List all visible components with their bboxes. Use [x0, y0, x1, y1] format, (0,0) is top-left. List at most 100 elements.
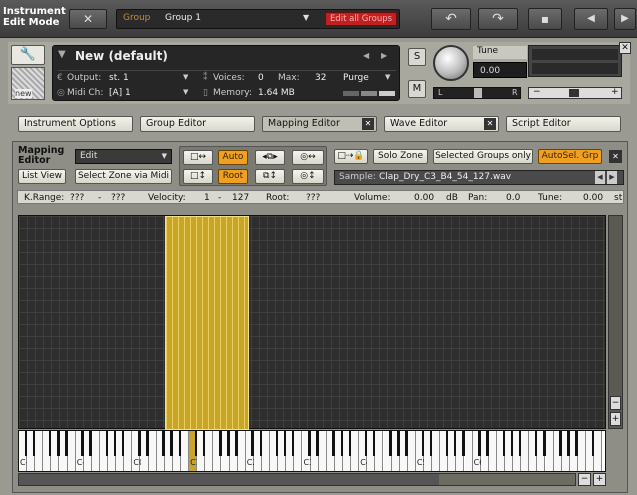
output-value[interactable]: st. 1 — [109, 73, 129, 83]
velocity-high[interactable]: 127 — [232, 192, 249, 204]
close-icon[interactable]: ✕ — [484, 118, 496, 130]
h-zoom-plus-icon[interactable]: + — [593, 473, 606, 486]
fill-horizontal-button[interactable]: ◂⧉▸ — [255, 150, 285, 165]
white-key[interactable] — [124, 431, 133, 471]
white-key[interactable] — [181, 431, 189, 471]
collapse-icon[interactable]: ▼ — [58, 49, 66, 60]
next-sample-icon[interactable]: ▶ — [607, 171, 617, 184]
tab-instrument-options[interactable]: Instrument Options — [18, 116, 133, 132]
close-instrument-icon[interactable]: ✕ — [619, 42, 631, 54]
velocity-low[interactable]: 1 — [204, 192, 210, 204]
instrument-icon[interactable]: new — [11, 67, 45, 100]
pan-handle[interactable] — [474, 88, 482, 98]
white-key[interactable] — [148, 431, 157, 471]
white-key[interactable] — [351, 431, 360, 471]
solo-button[interactable]: S — [408, 48, 426, 66]
volume-value[interactable]: 0.00 — [414, 192, 434, 204]
select-zone-via-midi-button[interactable]: Select Zone via Midi — [75, 169, 172, 184]
root-value[interactable]: ??? — [306, 192, 320, 204]
white-key[interactable] — [294, 431, 303, 471]
white-key[interactable] — [432, 431, 441, 471]
selected-groups-only-button[interactable]: Selected Groups only — [433, 149, 533, 164]
redo-button[interactable]: ↷ — [478, 8, 518, 30]
tab-mapping-editor[interactable]: Mapping Editor ✕ — [262, 116, 377, 132]
scrollbar-thumb[interactable] — [19, 474, 439, 485]
white-key[interactable] — [262, 431, 270, 471]
auto-button[interactable]: Auto — [218, 150, 248, 165]
mapping-editor-title: Mapping Editor — [18, 145, 65, 166]
velocity-vertical-button[interactable]: ◎↕ — [292, 169, 324, 184]
horizontal-scrollbar[interactable] — [18, 473, 576, 486]
purge-menu[interactable]: Purge — [343, 73, 369, 83]
volume-label: Volume: — [354, 193, 391, 203]
vertical-scrollbar[interactable]: − + — [608, 215, 623, 429]
tune-value[interactable]: 0.00 — [473, 62, 527, 78]
midi-channel-value[interactable]: [A] 1 — [109, 88, 131, 98]
pan-slider[interactable]: L R — [433, 87, 521, 99]
zone-lock-button[interactable]: □⇢🔒 — [334, 149, 368, 164]
volume-slider[interactable]: − + — [528, 87, 622, 99]
group-selector[interactable]: Group Group 1 ▼ Edit all Groups — [116, 9, 400, 29]
next-instrument-icon[interactable]: ▶ — [381, 51, 387, 60]
white-key[interactable] — [594, 431, 603, 471]
white-key[interactable] — [488, 431, 497, 471]
tab-group-editor[interactable]: Group Editor — [140, 116, 255, 132]
close-icon[interactable]: ✕ — [362, 118, 374, 130]
velocity-horizontal-button[interactable]: ◎↔ — [292, 150, 324, 165]
piano-keyboard[interactable]: C-2C-1C0C1C2C3C4C5C6 — [18, 430, 606, 472]
white-key[interactable] — [237, 431, 246, 471]
white-key[interactable] — [464, 431, 473, 471]
edit-all-groups-button[interactable]: Edit all Groups — [325, 12, 397, 26]
white-key[interactable] — [35, 431, 44, 471]
white-key[interactable] — [407, 431, 416, 471]
list-view-button[interactable]: List View — [18, 169, 66, 184]
close-icon[interactable]: ✕ — [609, 150, 622, 163]
sample-zone[interactable] — [165, 216, 249, 430]
white-key[interactable] — [375, 431, 384, 471]
tune-info-value[interactable]: 0.00 — [583, 192, 603, 204]
krange-high[interactable]: ??? — [111, 192, 125, 204]
purge-chevron-down-icon[interactable]: ▼ — [385, 73, 390, 81]
mapping-grid[interactable] — [18, 215, 606, 430]
prev-instrument-icon[interactable]: ◀ — [363, 51, 369, 60]
zoom-minus-icon[interactable]: − — [610, 396, 621, 410]
prev-sample-icon[interactable]: ◀ — [595, 171, 605, 184]
wrench-icon[interactable]: 🔧 — [11, 45, 45, 65]
h-zoom-minus-icon[interactable]: − — [578, 473, 591, 486]
white-key[interactable] — [577, 431, 586, 471]
tab-wave-editor[interactable]: Wave Editor ✕ — [384, 116, 499, 132]
close-instrument-button[interactable]: ✕ — [69, 9, 107, 29]
volume-handle[interactable] — [569, 89, 579, 97]
output-chevron-down-icon[interactable]: ▼ — [183, 73, 188, 81]
next-instrument-button[interactable]: ▶ — [614, 8, 636, 30]
solo-zone-button[interactable]: Solo Zone — [373, 149, 428, 164]
expand-vertical-button[interactable]: □↕ — [183, 169, 213, 184]
krange-low[interactable]: ??? — [70, 192, 84, 204]
white-key[interactable] — [545, 431, 554, 471]
white-key[interactable] — [67, 431, 76, 471]
purge-indicator-1 — [343, 91, 359, 96]
volume-plus-icon: + — [611, 87, 619, 97]
pan-value[interactable]: 0.0 — [506, 192, 520, 204]
autosel-grp-button[interactable]: AutoSel. Grp — [538, 149, 602, 164]
undo-button[interactable]: ↶ — [431, 8, 471, 30]
edit-menu[interactable]: Edit ▼ — [75, 149, 172, 164]
white-key[interactable] — [521, 431, 530, 471]
white-key[interactable] — [205, 431, 214, 471]
expand-horizontal-button[interactable]: □↔ — [183, 150, 213, 165]
max-voices-value[interactable]: 32 — [315, 73, 326, 83]
white-key[interactable] — [318, 431, 327, 471]
mute-button[interactable]: M — [408, 80, 426, 98]
midi-chevron-down-icon[interactable]: ▼ — [183, 88, 188, 96]
purge-indicator-2 — [361, 91, 377, 96]
zoom-plus-icon[interactable]: + — [610, 412, 621, 426]
tune-knob[interactable] — [433, 45, 469, 81]
root-button[interactable]: Root — [218, 169, 248, 184]
fill-vertical-button[interactable]: ⧉↕ — [255, 169, 285, 184]
sample-field[interactable]: Sample: Clap_Dry_C3_B4_54_127.wav ◀ ▶ — [334, 170, 624, 185]
save-button[interactable]: ▪ — [528, 8, 562, 30]
previous-instrument-button[interactable]: ◀ — [574, 8, 608, 30]
tab-script-editor[interactable]: Script Editor — [506, 116, 621, 132]
instrument-name[interactable]: New (default) — [75, 49, 168, 63]
white-key[interactable] — [91, 431, 100, 471]
